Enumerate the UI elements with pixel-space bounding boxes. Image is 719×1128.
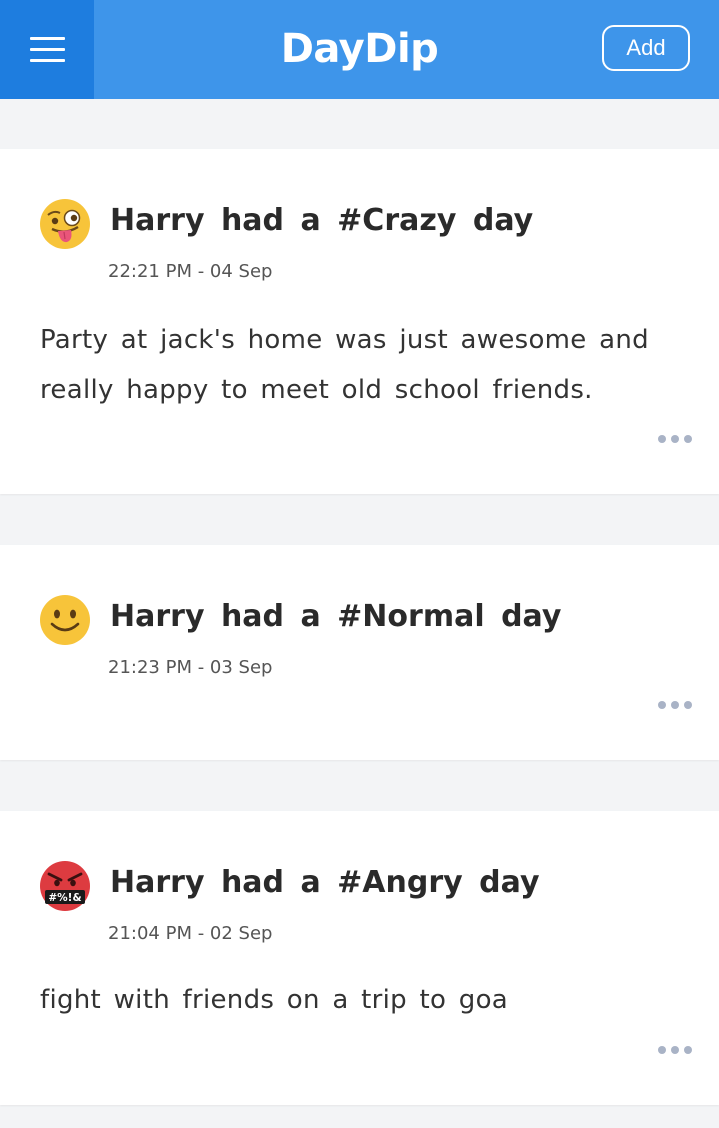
post-timestamp: 21:23 PM - 03 Sep: [108, 657, 273, 678]
post-mood[interactable]: #Angry: [337, 865, 463, 900]
post-user: Harry: [110, 203, 205, 238]
app-header: DayDip Add: [0, 0, 719, 99]
post-title: Harry had a #Angry day: [110, 865, 540, 900]
menu-button[interactable]: [0, 0, 94, 99]
hamburger-icon-bar: [30, 59, 65, 62]
crazy-face-icon: [40, 199, 90, 249]
post-mood[interactable]: #Normal: [337, 599, 484, 634]
more-options-icon[interactable]: [658, 700, 692, 710]
post-timestamp: 21:04 PM - 02 Sep: [108, 923, 273, 944]
post-suffix: day: [479, 865, 540, 900]
angry-face-icon: #%!&: [40, 861, 90, 911]
post-connector: had a: [220, 865, 321, 900]
post-suffix: day: [501, 599, 562, 634]
hamburger-icon-bar: [30, 48, 65, 51]
post-text: Party at jack's home was just awesome an…: [40, 325, 649, 405]
add-button[interactable]: Add: [602, 25, 690, 71]
post-card: Harry had a #Crazy day 22:21 PM - 04 Sep…: [0, 149, 719, 494]
post-card: #%!& Harry had a #Angry day 21:04 PM - 0…: [0, 811, 719, 1105]
more-options-icon[interactable]: [658, 434, 692, 444]
smiling-face-icon: [40, 595, 90, 645]
post-connector: had a: [220, 203, 321, 238]
post-mood[interactable]: #Crazy: [337, 203, 456, 238]
post-card: Harry had a #Normal day 21:23 PM - 03 Se…: [0, 545, 719, 760]
post-user: Harry: [110, 599, 205, 634]
emoji-symbols: #%!&: [48, 892, 81, 904]
hamburger-icon: [30, 37, 65, 40]
post-suffix: day: [472, 203, 534, 238]
post-title: Harry had a #Normal day: [110, 599, 561, 634]
more-options-icon[interactable]: [658, 1045, 692, 1055]
post-text: fight with friends on a trip to goa: [40, 985, 509, 1015]
post-user: Harry: [110, 865, 205, 900]
post-connector: had a: [220, 599, 321, 634]
post-title: Harry had a #Crazy day: [110, 203, 533, 238]
post-timestamp: 22:21 PM - 04 Sep: [108, 261, 273, 282]
